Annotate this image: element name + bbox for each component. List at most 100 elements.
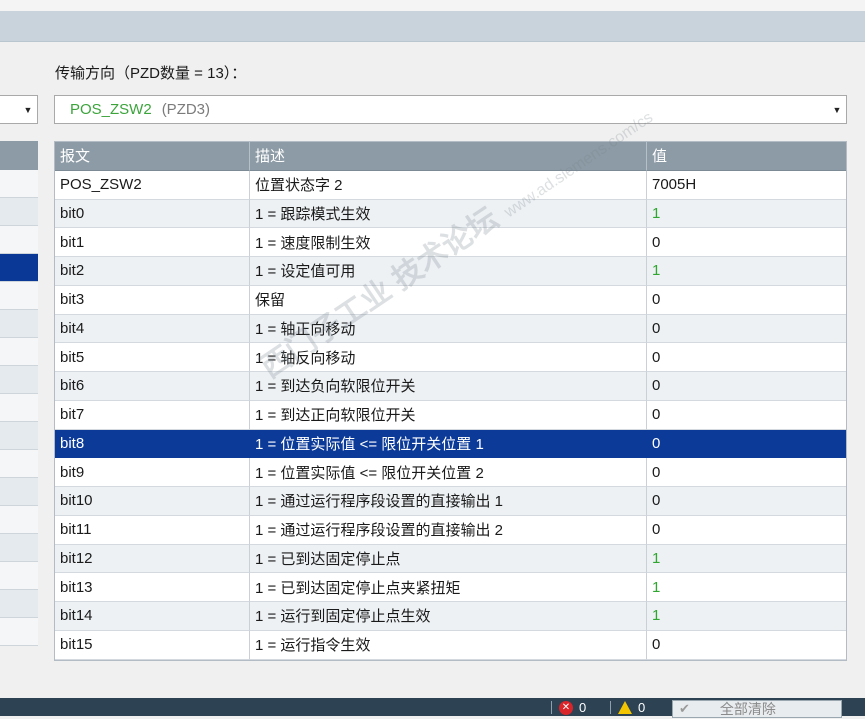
error-counter[interactable]: ✕ 0	[559, 700, 586, 715]
left-table-row[interactable]	[0, 254, 38, 282]
chevron-down-icon[interactable]: ▼	[830, 96, 844, 123]
table-row[interactable]: bit12 1 = 已到达固定停止点 1	[55, 544, 846, 574]
warning-counter[interactable]: 0	[618, 700, 645, 715]
left-table-row[interactable]	[0, 338, 38, 366]
cell-telegram: bit2	[55, 257, 250, 286]
cell-description: 1 = 跟踪模式生效	[250, 199, 647, 229]
status-bar: ✕ 0 0 ✔ 全部清除	[0, 698, 865, 718]
dropdown-selected-pzd: (PZD3)	[161, 101, 211, 118]
section-header-bar	[0, 11, 865, 42]
left-table-row[interactable]	[0, 562, 38, 590]
cell-value: 0	[647, 429, 846, 459]
cell-value: 7005H	[647, 170, 846, 200]
table-row[interactable]: bit11 1 = 通过运行程序段设置的直接输出 20	[55, 515, 846, 545]
cell-description: 1 = 通过运行程序段设置的直接输出 2	[250, 515, 647, 545]
cell-description: 保留	[250, 285, 647, 315]
cell-description: 1 = 设定值可用	[250, 257, 647, 286]
cell-telegram: bit9	[55, 458, 250, 487]
cell-telegram: bit7	[55, 400, 250, 430]
left-table-row[interactable]	[0, 226, 38, 254]
left-table-row[interactable]	[0, 170, 38, 198]
cell-description: 1 = 运行到固定停止点生效	[250, 602, 647, 631]
status-separator	[610, 701, 611, 714]
cell-telegram: bit4	[55, 314, 250, 344]
table-row[interactable]: bit13 1 = 已到达固定停止点夹紧扭矩 1	[55, 573, 846, 602]
column-header-description[interactable]: 描述	[250, 142, 647, 171]
cell-value: 0	[647, 515, 846, 545]
cell-description: 1 = 轴正向移动	[250, 314, 647, 344]
left-table-row[interactable]	[0, 534, 38, 562]
top-strip	[0, 0, 865, 11]
left-table-row[interactable]	[0, 198, 38, 226]
cell-value: 1	[647, 573, 846, 602]
cell-telegram: POS_ZSW2	[55, 170, 250, 200]
cell-description: 1 = 到达正向软限位开关	[250, 400, 647, 430]
check-icon: ✔	[679, 701, 690, 716]
cell-value: 0	[647, 314, 846, 344]
table-row[interactable]: bit3 保留 0	[55, 285, 846, 315]
left-table-row[interactable]	[0, 366, 38, 394]
cell-value: 1	[647, 544, 846, 574]
left-table-row[interactable]	[0, 282, 38, 310]
cell-telegram: bit8	[55, 429, 250, 459]
error-count: 0	[579, 700, 587, 715]
cell-telegram: bit5	[55, 343, 250, 372]
cell-description: 1 = 位置实际值 <= 限位开关位置 1	[250, 429, 647, 459]
cell-description: 1 = 到达负向软限位开关	[250, 372, 647, 401]
table-row[interactable]: bit4 1 = 轴正向移动 0	[55, 314, 846, 344]
table-row[interactable]: bit0 1 = 跟踪模式生效 1	[55, 199, 846, 229]
clear-all-button[interactable]: ✔ 全部清除	[672, 700, 842, 718]
cell-description: 1 = 轴反向移动	[250, 343, 647, 372]
left-table-row[interactable]	[0, 422, 38, 450]
table-row[interactable]: POS_ZSW2 位置状态字 2 7005H	[55, 170, 846, 200]
cell-description: 位置状态字 2	[250, 170, 647, 200]
transfer-direction-label: 传输方向（PZD数量 = 13）：	[55, 65, 247, 82]
left-table-row[interactable]	[0, 394, 38, 422]
cell-telegram: bit13	[55, 573, 250, 602]
chevron-down-icon[interactable]: ▼	[21, 96, 35, 123]
cell-telegram: bit11	[55, 515, 250, 545]
cell-telegram: bit0	[55, 199, 250, 229]
table-row[interactable]: bit15 1 = 运行指令生效 0	[55, 630, 846, 660]
cell-description: 1 = 速度限制生效	[250, 228, 647, 257]
cell-telegram: bit6	[55, 372, 250, 401]
left-table-row[interactable]	[0, 310, 38, 338]
cell-telegram: bit14	[55, 602, 250, 631]
left-table-row[interactable]	[0, 450, 38, 478]
cell-value: 0	[647, 285, 846, 315]
table-row[interactable]: bit6 1 = 到达负向软限位开关 0	[55, 372, 846, 401]
status-separator	[551, 701, 552, 714]
cell-telegram: bit1	[55, 228, 250, 257]
left-table-row[interactable]	[0, 478, 38, 506]
column-header-value[interactable]: 值	[647, 142, 846, 171]
table-row[interactable]: bit5 1 = 轴反向移动 0	[55, 343, 846, 372]
table-row[interactable]: bit7 1 = 到达正向软限位开关 0	[55, 400, 846, 430]
cell-telegram: bit3	[55, 285, 250, 315]
left-table-row[interactable]	[0, 590, 38, 618]
table-row[interactable]: bit14 1 = 运行到固定停止点生效 1	[55, 602, 846, 631]
error-circle-icon: ✕	[559, 700, 573, 715]
cell-value: 0	[647, 372, 846, 401]
left-table-row[interactable]	[0, 618, 38, 646]
clear-all-label: 全部清除	[719, 701, 776, 717]
cell-value: 0	[647, 487, 846, 516]
cell-value: 1	[647, 602, 846, 631]
cell-telegram: bit15	[55, 630, 250, 660]
table-row[interactable]: bit2 1 = 设定值可用 1	[55, 257, 846, 286]
cell-value: 0	[647, 343, 846, 372]
table-row[interactable]: bit10 1 = 通过运行程序段设置的直接输出 10	[55, 487, 846, 516]
cell-description: 1 = 已到达固定停止点	[250, 544, 647, 574]
cell-description: 1 = 通过运行程序段设置的直接输出 1	[250, 487, 647, 516]
table-row[interactable]: bit1 1 = 速度限制生效 0	[55, 228, 846, 257]
cell-value: 0	[647, 630, 846, 660]
cell-value: 0	[647, 458, 846, 487]
left-panel-table	[0, 141, 38, 646]
column-header-telegram[interactable]: 报文	[55, 142, 250, 171]
cell-description: 1 = 位置实际值 <= 限位开关位置 2	[250, 458, 647, 487]
table-row[interactable]: bit8 1 = 位置实际值 <= 限位开关位置 10	[55, 429, 846, 459]
left-panel-dropdown[interactable]: ▼	[0, 95, 38, 124]
table-row[interactable]: bit9 1 = 位置实际值 <= 限位开关位置 20	[55, 458, 846, 487]
telegram-dropdown[interactable]: POS_ZSW2 (PZD3) ▼	[54, 95, 847, 124]
left-table-row[interactable]	[0, 506, 38, 534]
cell-description: 1 = 已到达固定停止点夹紧扭矩	[250, 573, 647, 602]
